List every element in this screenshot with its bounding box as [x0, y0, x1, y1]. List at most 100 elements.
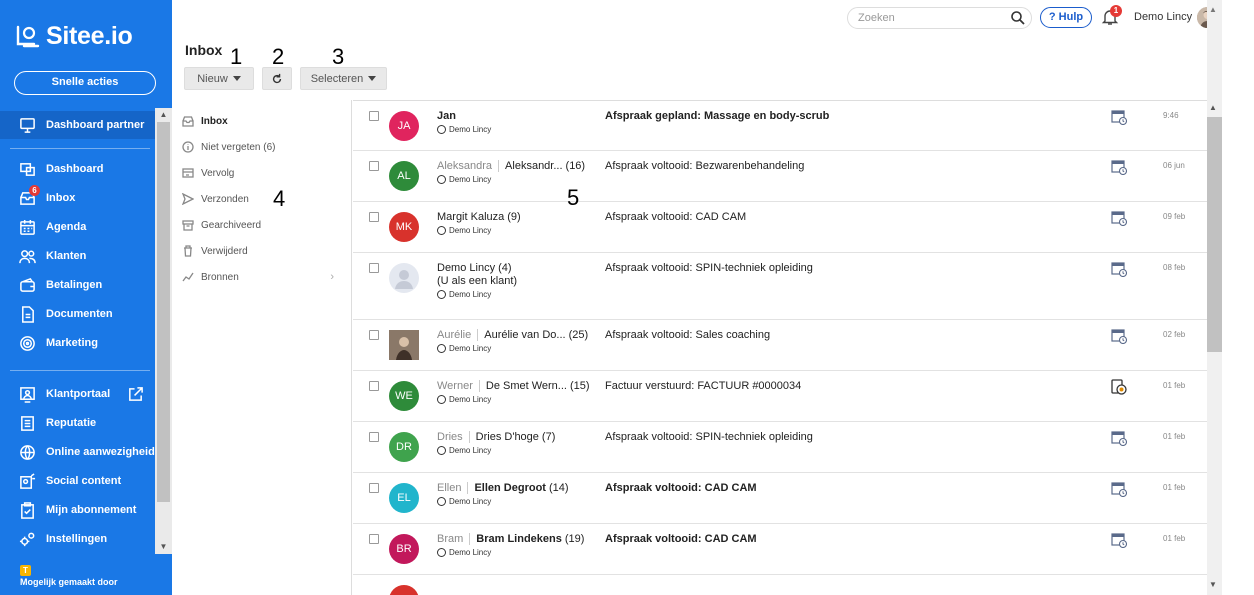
scrollbar-thumb[interactable]: [157, 122, 170, 502]
agent-icon: [437, 175, 446, 184]
sender-name: De Smet Wern...: [485, 380, 567, 392]
row-checkbox[interactable]: [369, 483, 379, 493]
scroll-up-arrow-icon[interactable]: ▲: [155, 108, 172, 122]
sidebar-item-reputatie[interactable]: Reputatie: [0, 409, 155, 437]
calendar-check-icon: [1111, 430, 1128, 447]
agent-icon: [437, 344, 446, 353]
brand-logo[interactable]: Sitee.io: [14, 22, 133, 51]
sidebar-item-online-aanwezigheid[interactable]: Online aanwezigheid: [0, 438, 155, 466]
calendar-check-icon: [1111, 328, 1128, 345]
message-row[interactable]: AL Aleksandra Aleksandr... (16) Demo Lincy Af…: [353, 151, 1207, 202]
message-row[interactable]: Demo Lincy (4) (U als een klant) Demo Lincy…: [353, 253, 1207, 320]
sidebar-item-dashboard[interactable]: Dashboard: [0, 155, 155, 183]
folder-vervolg[interactable]: Vervolg: [172, 160, 352, 186]
message-time: 01 feb: [1163, 534, 1186, 543]
sidebar-item-instellingen[interactable]: Instellingen: [0, 525, 155, 553]
message-time: 02 feb: [1163, 330, 1186, 339]
row-checkbox[interactable]: [369, 534, 379, 544]
document-icon: [18, 305, 36, 323]
row-checkbox[interactable]: [369, 381, 379, 391]
message-row[interactable]: MK Margit Kaluza (9) Demo Lincy Afspraak vol…: [353, 202, 1207, 253]
sidebar-item-documenten[interactable]: Documenten: [0, 300, 155, 328]
message-row[interactable]: BR Bram Bram Lindekens (19) Demo Lincy Afspra…: [353, 524, 1207, 575]
sidebar-item-mijn-abonnement[interactable]: Mijn abonnement: [0, 496, 155, 524]
folder-verwijderd[interactable]: Verwijderd: [172, 238, 352, 264]
thread-count: (14): [548, 482, 569, 494]
row-checkbox[interactable]: [369, 111, 379, 121]
notification-badge: 1: [1110, 5, 1122, 17]
sidebar-scrollbar[interactable]: ▲ ▼: [155, 108, 172, 554]
row-checkbox[interactable]: [369, 330, 379, 340]
sidebar-item-betalingen[interactable]: Betalingen: [0, 271, 155, 299]
annotation-2: 2: [272, 44, 285, 69]
select-dropdown-button[interactable]: Selecteren: [300, 67, 387, 90]
user-name[interactable]: Demo Lincy: [1134, 11, 1192, 23]
row-checkbox[interactable]: [369, 263, 379, 273]
list-scroll-up-icon[interactable]: ▲: [1209, 103, 1217, 112]
sender-first-name: Aleksandra: [437, 160, 493, 172]
sender-first-name: Aurélie: [437, 329, 472, 341]
message-row[interactable]: Aurélie Aurélie van Do... (25) Demo Lincy Af…: [353, 320, 1207, 371]
external-link-icon: [126, 385, 144, 403]
list-scrollbar[interactable]: ▲ ▼: [1207, 100, 1222, 595]
sender-first-name: Bram: [437, 533, 464, 545]
message-time: 09 feb: [1163, 212, 1186, 221]
row-checkbox[interactable]: [369, 432, 379, 442]
folder-verzonden[interactable]: Verzonden: [172, 186, 352, 212]
search-input[interactable]: Zoeken: [847, 7, 1032, 29]
message-row-partial[interactable]: [353, 575, 1207, 595]
folder-gearchiveerd[interactable]: Gearchiveerd: [172, 212, 352, 238]
message-row[interactable]: JA Jan Demo Lincy Afspraak gepland: Massage…: [353, 101, 1207, 151]
user-photo-icon: [389, 330, 419, 360]
message-subject: Factuur verstuurd: FACTUUR #0000034: [605, 380, 802, 392]
list-scrollbar-thumb[interactable]: [1207, 117, 1222, 352]
sender: Aurélie Aurélie van Do... (25): [437, 329, 588, 341]
page-scrollbar[interactable]: ▲: [1207, 0, 1222, 100]
row-checkbox[interactable]: [369, 212, 379, 222]
row-checkbox[interactable]: [369, 161, 379, 171]
message-row[interactable]: WE Werner De Smet Wern... (15) Demo Lincy Fac…: [353, 371, 1207, 422]
sidebar-item-agenda[interactable]: Agenda: [0, 213, 155, 241]
page-scroll-up-icon[interactable]: ▲: [1209, 5, 1217, 14]
search-icon[interactable]: [1010, 10, 1026, 26]
sidebar-item-marketing[interactable]: Marketing: [0, 329, 155, 357]
thread-count: (16): [565, 160, 586, 172]
sidebar-item-klanten[interactable]: Klanten: [0, 242, 155, 270]
message-subject: Afspraak voltooid: CAD CAM: [605, 482, 757, 494]
message-subject: Afspraak voltooid: SPIN-techniek opleidi…: [605, 262, 813, 274]
users-icon: [18, 247, 36, 265]
message-row[interactable]: DR Dries Dries D'hoge (7) Demo Lincy Afspraak…: [353, 422, 1207, 473]
sidebar-item-dashboard-partner[interactable]: Dashboard partner: [0, 111, 155, 139]
assigned-agent: Demo Lincy: [437, 226, 491, 235]
thread-count: (9): [507, 211, 521, 223]
new-dropdown-button[interactable]: Nieuw: [184, 67, 254, 90]
annotation-3: 3: [332, 44, 345, 69]
scroll-down-arrow-icon[interactable]: ▼: [155, 540, 172, 554]
message-subject: Afspraak voltooid: CAD CAM: [605, 211, 747, 223]
sender-first-name: Dries: [437, 431, 463, 443]
list-scroll-down-icon[interactable]: ▼: [1209, 580, 1217, 589]
sidebar-item-klantportaal[interactable]: Klantportaal: [0, 380, 155, 408]
sidebar-item-inbox[interactable]: 6 Inbox: [0, 184, 155, 212]
sender-name: Jan: [437, 110, 456, 122]
sidebar-item-social-content[interactable]: Social content: [0, 467, 155, 495]
message-row[interactable]: EL Ellen Ellen Degroot (14) Demo Lincy Afspra…: [353, 473, 1207, 524]
quick-actions-button[interactable]: Snelle acties: [14, 71, 156, 95]
folder-inbox[interactable]: Inbox: [172, 108, 352, 134]
refresh-button[interactable]: [262, 67, 292, 90]
message-time: 01 feb: [1163, 432, 1186, 441]
sender-name: Dries D'hoge: [475, 431, 539, 443]
social-icon: [18, 472, 36, 490]
assigned-agent: Demo Lincy: [437, 175, 491, 184]
folder-niet-vergeten[interactable]: Niet vergeten (6): [172, 134, 352, 160]
message-list: JA Jan Demo Lincy Afspraak gepland: Massage…: [353, 100, 1207, 595]
avatar: AL: [389, 161, 419, 191]
assigned-agent: Demo Lincy: [437, 497, 491, 506]
powered-by: T Mogelijk gemaakt door: [20, 565, 118, 587]
sender-note: (U als een klant): [437, 275, 518, 287]
avatar: DR: [389, 432, 419, 462]
top-bar: Zoeken ? Hulp 1 Demo Lincy: [172, 0, 1254, 34]
help-button[interactable]: ? Hulp: [1040, 7, 1092, 28]
folder-bronnen[interactable]: Bronnen ›: [172, 264, 352, 290]
sender-name: Ellen Degroot: [474, 482, 546, 494]
